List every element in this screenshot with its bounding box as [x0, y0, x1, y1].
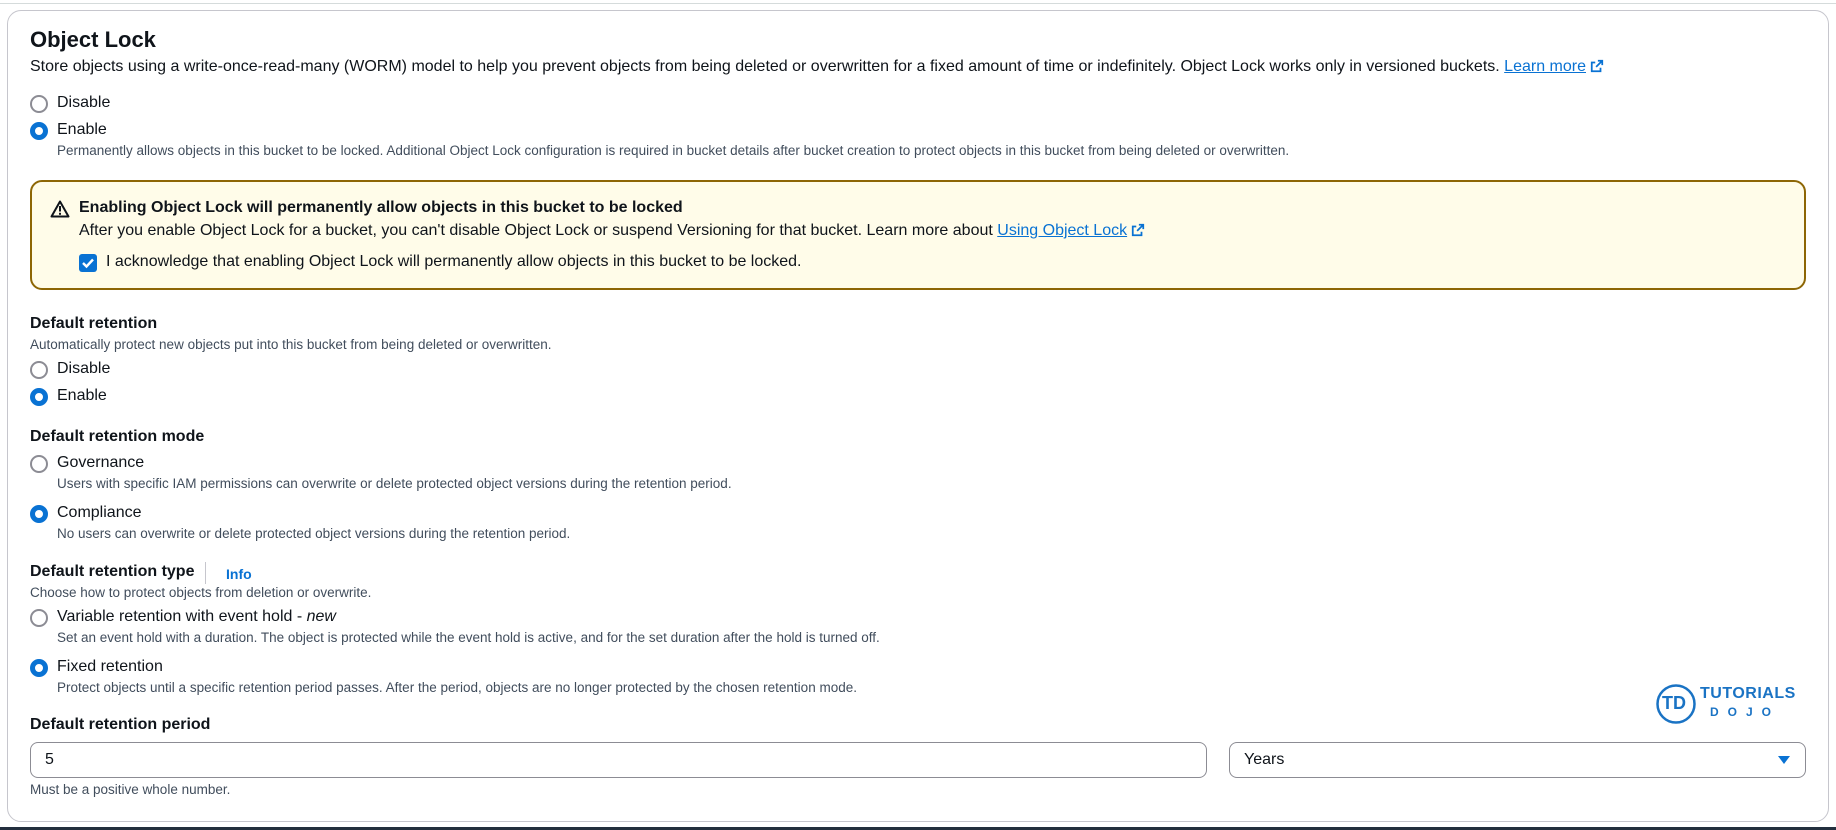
- caret-down-icon: [1778, 756, 1790, 764]
- top-divider: [0, 3, 1836, 4]
- logo-brand-text: TUTORIALS: [1700, 685, 1796, 702]
- using-object-lock-link[interactable]: Using Object Lock: [997, 222, 1145, 239]
- warning-alert: Enabling Object Lock will permanently al…: [30, 180, 1806, 290]
- label-divider: [205, 562, 206, 584]
- checkmark-icon: [82, 258, 94, 269]
- fixed-retention-radio[interactable]: [30, 659, 48, 677]
- warning-body: After you enable Object Lock for a bucke…: [79, 222, 1145, 240]
- variable-retention-text: Variable retention with event hold -: [57, 608, 307, 625]
- object-lock-enable-label: Enable: [57, 121, 107, 138]
- variable-retention-description: Set an event hold with a duration. The o…: [57, 630, 880, 645]
- retention-type-description: Choose how to protect objects from delet…: [30, 585, 372, 600]
- variable-retention-radio[interactable]: [30, 609, 48, 627]
- external-link-icon: [1590, 59, 1604, 73]
- retention-type-label: Default retention type: [30, 563, 195, 580]
- governance-label: Governance: [57, 454, 145, 471]
- fixed-retention-description: Protect objects until a specific retenti…: [57, 680, 857, 695]
- logo-sub-text: DOJO: [1710, 705, 1781, 719]
- default-retention-label: Default retention: [30, 315, 158, 332]
- td-logo-text: TD: [1662, 693, 1686, 713]
- acknowledge-label: I acknowledge that enabling Object Lock …: [106, 253, 802, 270]
- object-lock-disable-radio[interactable]: [30, 95, 48, 113]
- object-lock-disable-label: Disable: [57, 94, 111, 111]
- using-object-lock-label: Using Object Lock: [997, 222, 1128, 239]
- tutorials-dojo-logo: TD TUTORIALS DOJO: [1655, 683, 1795, 725]
- learn-more-label: Learn more: [1504, 58, 1586, 75]
- default-retention-enable-radio[interactable]: [30, 388, 48, 406]
- retention-mode-label: Default retention mode: [30, 428, 205, 445]
- object-lock-enable-description: Permanently allows objects in this bucke…: [57, 143, 1290, 158]
- section-title: Object Lock: [30, 27, 156, 52]
- retention-unit-value: Years: [1244, 751, 1285, 768]
- section-description-text: Store objects using a write-once-read-ma…: [30, 58, 1500, 75]
- warning-title: Enabling Object Lock will permanently al…: [79, 199, 683, 216]
- default-retention-description: Automatically protect new objects put in…: [30, 337, 552, 352]
- default-retention-disable-label: Disable: [57, 360, 111, 377]
- compliance-radio[interactable]: [30, 505, 48, 523]
- warning-icon: [50, 200, 70, 218]
- retention-period-label: Default retention period: [30, 716, 211, 733]
- section-description: Store objects using a write-once-read-ma…: [30, 58, 1604, 76]
- object-lock-enable-radio[interactable]: [30, 122, 48, 140]
- retention-period-input[interactable]: 5: [30, 742, 1207, 778]
- acknowledge-checkbox[interactable]: [79, 254, 97, 272]
- default-retention-enable-label: Enable: [57, 387, 107, 404]
- external-link-icon: [1131, 223, 1145, 237]
- default-retention-disable-radio[interactable]: [30, 361, 48, 379]
- governance-description: Users with specific IAM permissions can …: [57, 476, 732, 491]
- compliance-description: No users can overwrite or delete protect…: [57, 526, 571, 541]
- new-badge: new: [306, 608, 336, 625]
- retention-unit-select[interactable]: Years: [1229, 742, 1806, 778]
- retention-period-hint: Must be a positive whole number.: [30, 782, 231, 797]
- warning-body-text: After you enable Object Lock for a bucke…: [79, 222, 993, 239]
- governance-radio[interactable]: [30, 455, 48, 473]
- fixed-retention-label: Fixed retention: [57, 658, 163, 675]
- compliance-label: Compliance: [57, 504, 142, 521]
- variable-retention-label: Variable retention with event hold - new: [57, 608, 336, 626]
- object-lock-panel: [7, 10, 1829, 822]
- learn-more-link[interactable]: Learn more: [1504, 58, 1604, 75]
- retention-type-info-link[interactable]: Info: [226, 566, 252, 582]
